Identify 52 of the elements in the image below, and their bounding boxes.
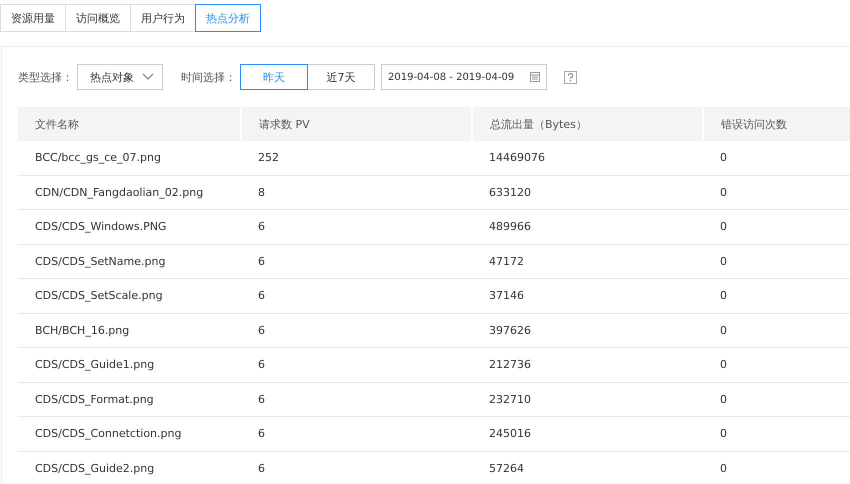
column-header: 错误访问次数 [703,107,850,141]
table-cell: 0 [703,278,850,313]
table-cell: 633120 [472,175,703,210]
table-cell: 6 [241,348,472,382]
table-cell: 0 [703,382,850,416]
type-label: 类型选择： [18,70,73,84]
tab[interactable]: 用户行为 [130,4,196,32]
table-cell: 0 [703,313,850,348]
table-cell: 47172 [472,244,703,278]
table-cell: 0 [703,416,850,451]
table-cell: 6 [241,451,472,484]
table-cell: 6 [241,382,472,416]
table-cell: 6 [241,210,472,244]
table-cell: 397626 [472,313,703,348]
table-cell: BCH/BCH_16.png [18,313,241,348]
tab[interactable]: 资源用量 [0,4,66,32]
table-cell: 57264 [472,451,703,484]
table-cell: CDS/CDS_Guide2.png [18,451,241,484]
table-cell: CDN/CDN_Fangdaolian_02.png [18,175,241,210]
time-option[interactable]: 近7天 [307,64,375,90]
table-cell: 6 [241,244,472,278]
table-cell: 0 [703,348,850,382]
table-cell: CDS/CDS_SetScale.png [18,278,241,313]
table-cell: 0 [703,141,850,175]
table-cell: CDS/CDS_Format.png [18,382,241,416]
table-cell: 0 [703,210,850,244]
table-cell: 6 [241,278,472,313]
table-cell: 252 [241,141,472,175]
table-cell: 37146 [472,278,703,313]
table-cell: 0 [703,244,850,278]
table-cell: 6 [241,313,472,348]
tab[interactable]: 访问概览 [65,4,131,32]
table-cell: 6 [241,416,472,451]
column-header: 总流出量（Bytes） [472,107,703,141]
table-cell: CDS/CDS_Guide1.png [18,348,241,382]
type-select[interactable]: 热点对象 [77,64,163,90]
column-header: 请求数 PV [241,107,472,141]
table-cell: 212736 [472,348,703,382]
table-cell: 14469076 [472,141,703,175]
table-cell: 0 [703,175,850,210]
table-cell: 0 [703,451,850,484]
table-cell: 232710 [472,382,703,416]
table-cell: 8 [241,175,472,210]
table-cell: 245016 [472,416,703,451]
table-cell: 489966 [472,210,703,244]
table-cell: BCC/bcc_gs_ce_07.png [18,141,241,175]
table-cell: CDS/CDS_Connetction.png [18,416,241,451]
table-cell: CDS/CDS_Windows.PNG [18,210,241,244]
time-label: 时间选择： [181,70,236,84]
column-header: 文件名称 [18,107,241,141]
date-range-field[interactable]: 2019-04-08 - 2019-04-09 [381,64,547,90]
table-cell: CDS/CDS_SetName.png [18,244,241,278]
